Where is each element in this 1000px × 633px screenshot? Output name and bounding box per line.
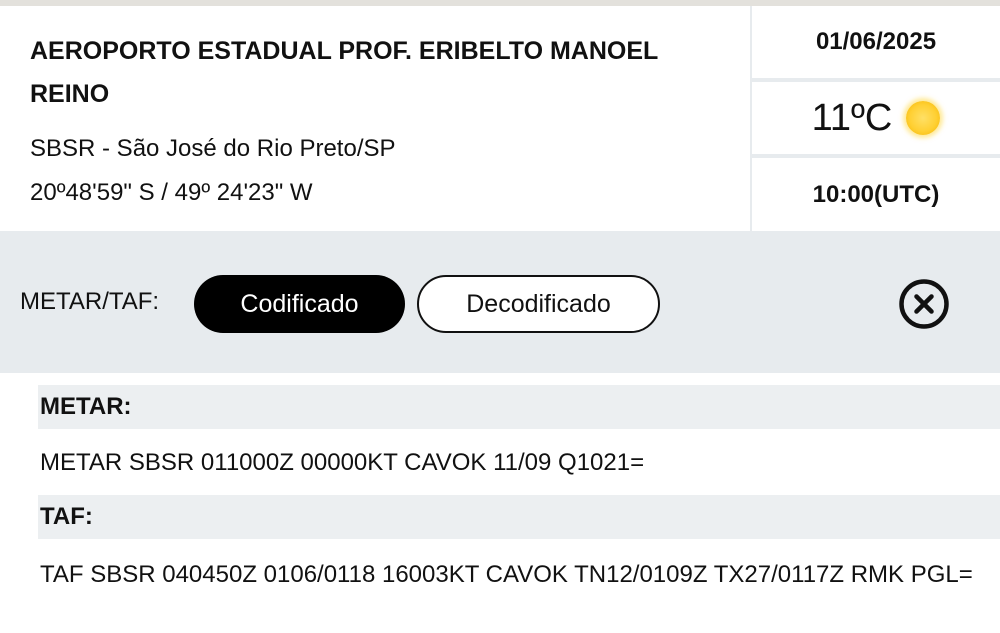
metar-heading: METAR: <box>38 385 1000 429</box>
decoded-button-label: Decodificado <box>466 289 611 318</box>
report-content: METAR: METAR SBSR 011000Z 00000KT CAVOK … <box>0 373 1000 633</box>
weather-summary-panel: 01/06/2025 11ºC 10:00(UTC) <box>750 6 1000 231</box>
airport-coordinates: 20º48'59" S / 49º 24'23" W <box>30 179 313 206</box>
taf-report-text: TAF SBSR 040450Z 0106/0118 16003KT CAVOK… <box>40 561 973 588</box>
coded-button-label: Codificado <box>240 289 359 318</box>
observation-date: 01/06/2025 <box>752 6 1000 78</box>
taf-heading: TAF: <box>38 495 1000 539</box>
temperature-value: 11ºC <box>811 96 893 139</box>
airport-location: SBSR - São José do Rio Preto/SP <box>30 135 396 162</box>
date-value: 01/06/2025 <box>815 28 937 55</box>
coded-toggle-button[interactable]: Codificado <box>194 275 405 333</box>
decoded-toggle-button[interactable]: Decodificado <box>417 275 660 333</box>
airport-name: AEROPORTO ESTADUAL PROF. ERIBELTO MANOEL… <box>30 37 658 108</box>
close-circle-icon <box>899 279 949 329</box>
close-button[interactable] <box>898 278 950 330</box>
time-value: 10:00(UTC) <box>812 180 940 208</box>
metar-report-text: METAR SBSR 011000Z 00000KT CAVOK 11/09 Q… <box>40 449 645 476</box>
airport-info-card: AEROPORTO ESTADUAL PROF. ERIBELTO MANOEL… <box>0 6 750 231</box>
sun-icon <box>906 101 941 135</box>
temperature-cell: 11ºC <box>752 82 1000 154</box>
observation-time: 10:00(UTC) <box>752 158 1000 231</box>
metar-taf-label: METAR/TAF: <box>20 288 160 315</box>
format-toolbar: METAR/TAF: Codificado Decodificado <box>0 231 1000 373</box>
